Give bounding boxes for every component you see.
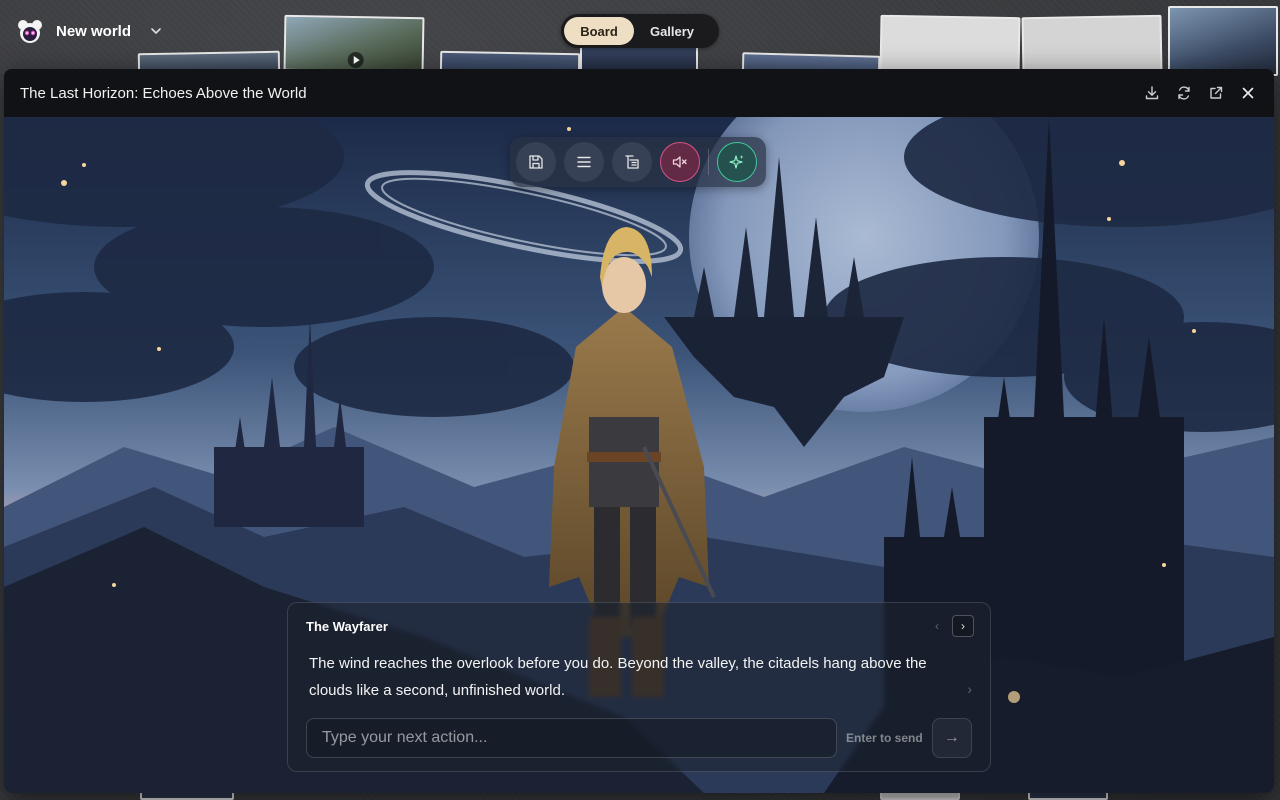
modal-actions <box>1142 83 1258 103</box>
action-input[interactable] <box>306 718 837 758</box>
view-toggle: Board Gallery <box>561 14 719 48</box>
project-name: New world <box>56 22 132 40</box>
open-external-button[interactable] <box>1206 83 1226 103</box>
sparkle-icon <box>729 155 744 169</box>
play-icon <box>347 51 364 69</box>
history-button[interactable] <box>612 142 652 182</box>
next-line-button[interactable]: › <box>952 615 974 637</box>
dialog-text: The wind reaches the overlook before you… <box>309 655 927 699</box>
mute-icon <box>672 156 687 168</box>
gallery-tab[interactable]: Gallery <box>634 17 710 45</box>
menu-button[interactable] <box>564 142 604 182</box>
board-card-video[interactable] <box>283 14 425 74</box>
close-button[interactable] <box>1238 83 1258 103</box>
board-card[interactable] <box>1021 14 1163 78</box>
menu-icon <box>577 156 591 168</box>
game-modal: The Last Horizon: Echoes Above the World <box>4 69 1274 793</box>
modal-title: The Last Horizon: Echoes Above the World <box>20 84 307 102</box>
send-button[interactable]: → <box>931 718 972 758</box>
download-button[interactable] <box>1142 83 1162 103</box>
game-toolbar <box>510 137 766 187</box>
refresh-icon <box>1178 86 1190 100</box>
action-input-row: Enter to send → <box>306 718 974 758</box>
ai-generate-button[interactable] <box>717 142 757 182</box>
board-tab[interactable]: Board <box>564 17 634 45</box>
board-card[interactable] <box>1168 6 1278 76</box>
external-link-icon <box>1210 86 1223 99</box>
previous-line-button[interactable]: ‹ <box>928 617 946 635</box>
mute-button[interactable] <box>660 142 700 182</box>
history-icon <box>625 155 639 169</box>
speaker-name: The Wayfarer <box>306 619 388 634</box>
enter-hint: Enter to send <box>846 731 923 745</box>
continue-indicator: › <box>967 681 972 697</box>
download-icon <box>1145 86 1159 100</box>
project-switcher[interactable]: New world <box>16 17 163 45</box>
app-logo-icon <box>18 20 42 43</box>
refresh-button[interactable] <box>1174 83 1194 103</box>
board-card[interactable] <box>879 14 1021 78</box>
game-scene[interactable]: The Wayfarer ‹ › The wind reaches the ov… <box>4 117 1274 793</box>
toolbar-divider <box>708 149 709 175</box>
close-icon <box>1242 87 1254 99</box>
modal-header: The Last Horizon: Echoes Above the World <box>4 69 1274 117</box>
dialog-box: The Wayfarer ‹ › The wind reaches the ov… <box>287 602 991 772</box>
dialog-nav: ‹ › <box>928 615 974 637</box>
save-icon <box>529 155 543 169</box>
save-button[interactable] <box>516 142 556 182</box>
chevron-down-icon[interactable] <box>149 24 163 38</box>
